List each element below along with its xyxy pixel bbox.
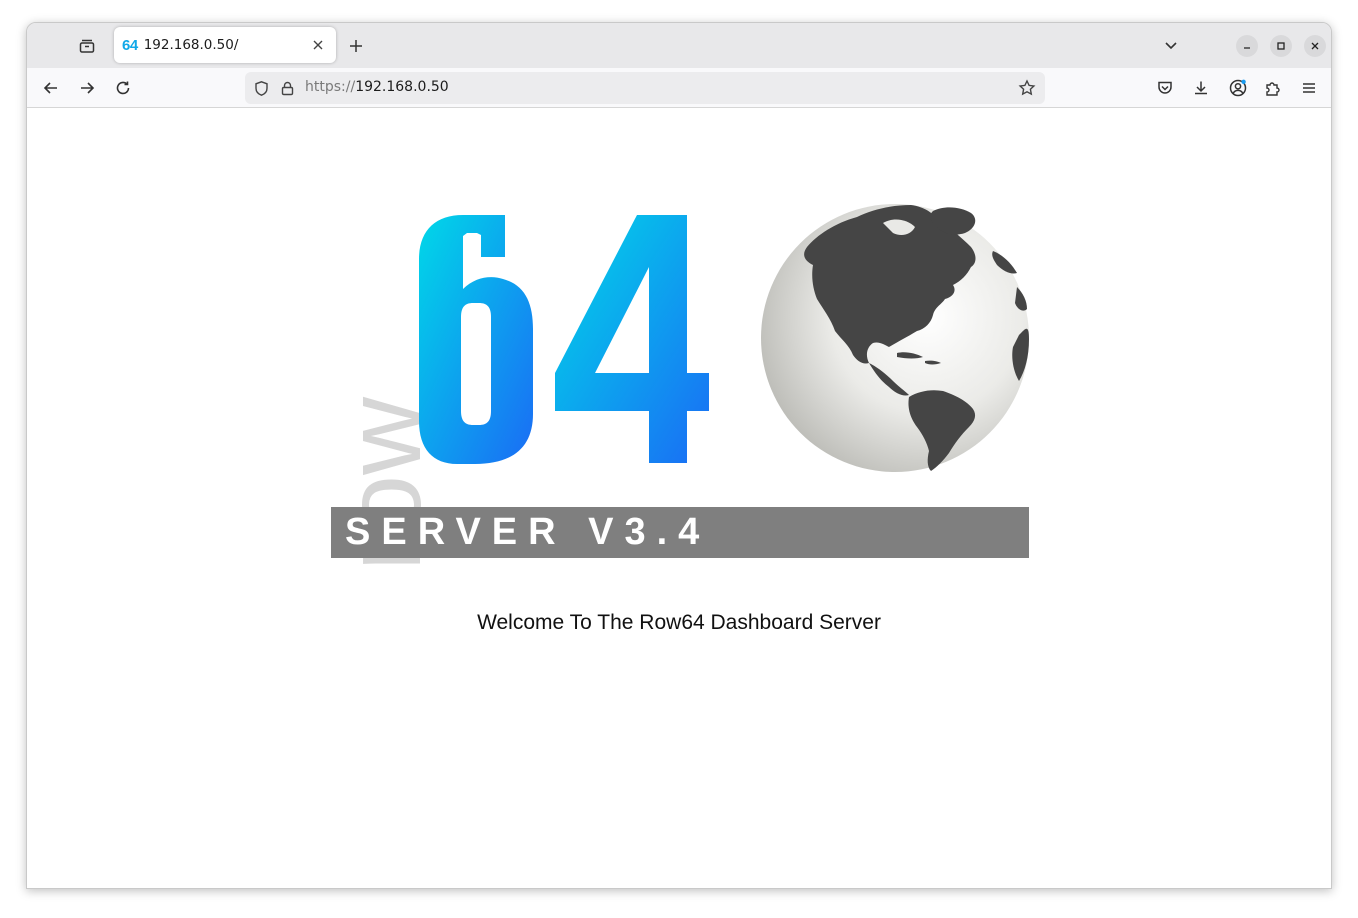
- lock-icon[interactable]: [277, 78, 297, 98]
- logo-digit-four: [555, 215, 709, 463]
- reload-icon: [116, 81, 130, 95]
- url-host: 192.168.0.50: [355, 79, 449, 95]
- close-window-button[interactable]: [1304, 35, 1326, 57]
- url-scheme: https://: [305, 79, 356, 95]
- browser-window: 64 192.168.0.50/ https://192.168.0.50 ro…: [26, 22, 1332, 889]
- new-tab-button[interactable]: [341, 31, 371, 61]
- welcome-message: Welcome To The Row64 Dashboard Server: [477, 611, 881, 634]
- pocket-button[interactable]: [1150, 73, 1180, 103]
- plus-icon: [350, 40, 362, 52]
- hamburger-menu-icon: [1303, 83, 1315, 93]
- tracking-protection-shield-icon[interactable]: [251, 78, 271, 98]
- logo-digit-six: [419, 215, 533, 464]
- account-button[interactable]: [1223, 73, 1253, 103]
- extensions-button[interactable]: [1258, 73, 1288, 103]
- tab-overview-button[interactable]: [72, 31, 102, 61]
- tab-close-button[interactable]: [308, 35, 328, 55]
- globe-graphic: [761, 204, 1029, 472]
- url-bar[interactable]: https://192.168.0.50: [245, 72, 1045, 104]
- maximize-icon: [1277, 42, 1285, 50]
- url-text[interactable]: https://192.168.0.50: [305, 79, 449, 95]
- arrow-right-icon: [81, 82, 95, 94]
- list-all-tabs-button[interactable]: [1156, 30, 1186, 60]
- arrow-left-icon: [43, 82, 57, 94]
- logo-graphic: [419, 204, 1029, 472]
- close-icon: [1311, 42, 1319, 50]
- maximize-button[interactable]: [1270, 35, 1292, 57]
- page-content: row SERVER V3.4 Welcome To The Row64 Das…: [27, 109, 1331, 888]
- tab-favicon: 64: [122, 36, 138, 54]
- navigation-toolbar: https://192.168.0.50: [27, 68, 1331, 108]
- minimize-button[interactable]: [1236, 35, 1258, 57]
- bookmark-star-icon[interactable]: [1017, 78, 1037, 98]
- tab-title: 192.168.0.50/: [143, 37, 239, 53]
- server-version-text: SERVER V3.4: [345, 511, 711, 553]
- tab-bar: 64 192.168.0.50/: [27, 23, 1331, 68]
- tab-overview-icon: [79, 39, 95, 53]
- pocket-icon: [1158, 81, 1172, 94]
- close-icon: [313, 40, 323, 50]
- downloads-button[interactable]: [1186, 73, 1216, 103]
- forward-button[interactable]: [72, 73, 102, 103]
- server-version-band: SERVER V3.4: [331, 507, 1029, 558]
- minimize-icon: [1244, 47, 1250, 49]
- tab-active[interactable]: 64 192.168.0.50/: [114, 27, 336, 63]
- app-menu-button[interactable]: [1294, 73, 1324, 103]
- chevron-down-icon: [1165, 42, 1177, 50]
- download-icon: [1195, 81, 1207, 95]
- puzzle-piece-icon: [1266, 82, 1280, 96]
- back-button[interactable]: [36, 73, 66, 103]
- account-icon: [1229, 79, 1247, 97]
- reload-button[interactable]: [108, 73, 138, 103]
